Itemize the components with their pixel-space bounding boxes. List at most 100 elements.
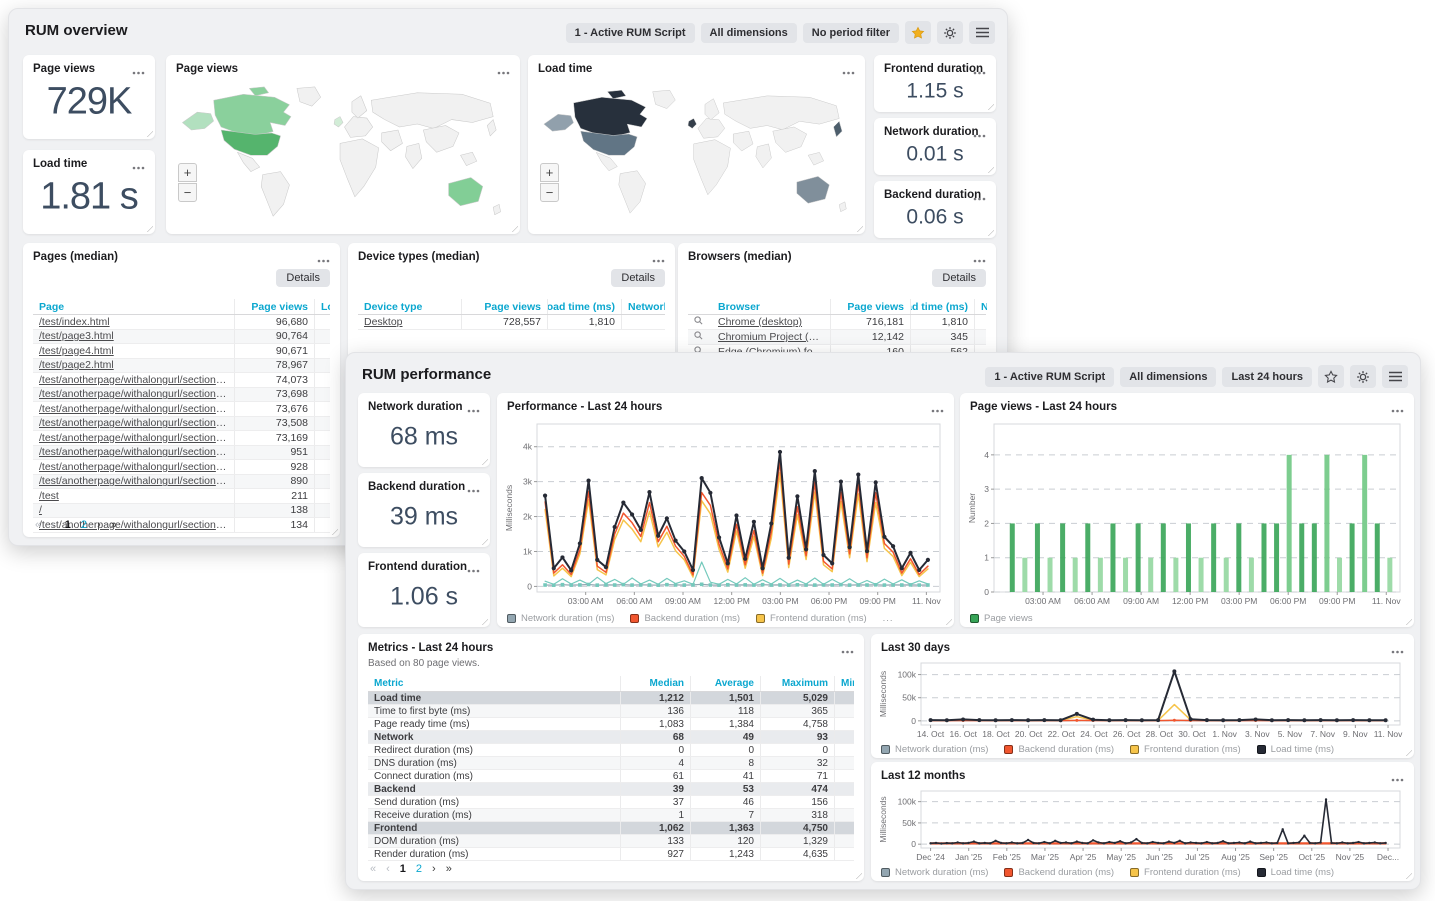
zoom-out-button[interactable]: − <box>540 183 559 202</box>
table-link[interactable]: /test/page3.html <box>39 330 228 342</box>
legend-item[interactable]: Frontend duration (ms) <box>756 613 867 624</box>
table-link[interactable]: / <box>39 504 228 516</box>
panel-menu-icon[interactable] <box>465 399 482 418</box>
column-header[interactable]: Page views <box>234 299 314 314</box>
map-region-greenland[interactable] <box>653 90 676 108</box>
panel-menu-icon[interactable] <box>465 559 482 578</box>
legend-more[interactable]: ... <box>883 613 894 624</box>
map-region-europe[interactable] <box>705 99 719 120</box>
panel-menu-icon[interactable] <box>315 249 332 268</box>
map-region-nz[interactable] <box>493 204 500 214</box>
map-region-sea[interactable] <box>808 152 824 165</box>
map-region-canada[interactable] <box>607 90 625 98</box>
dimensions-filter-button[interactable]: All dimensions <box>701 23 797 43</box>
map-region-china[interactable] <box>423 126 459 153</box>
column-header[interactable]: Load time (ms) <box>910 299 974 314</box>
table-link[interactable]: /test/page4.html <box>39 345 228 357</box>
map-region-uk[interactable] <box>334 117 343 127</box>
map-region-australia[interactable] <box>449 178 483 206</box>
dimensions-filter-button[interactable]: All dimensions <box>1120 367 1216 387</box>
column-header[interactable]: Average <box>690 676 760 691</box>
pagination-item[interactable]: › <box>432 863 436 875</box>
panel-menu-icon[interactable] <box>130 156 147 175</box>
pagination-item[interactable]: 1 <box>65 519 71 531</box>
map-region-japan[interactable] <box>834 121 842 137</box>
panel-menu-icon[interactable] <box>971 61 988 80</box>
active-rum-script-button[interactable]: 1 - Active RUM Script <box>985 367 1114 387</box>
active-rum-script-button[interactable]: 1 - Active RUM Script <box>566 23 695 43</box>
settings-gear-icon[interactable] <box>937 21 963 44</box>
table-link[interactable]: /test/anotherpage/withalongurl/section18… <box>39 417 228 429</box>
table-link[interactable]: /test/index.html <box>39 316 228 328</box>
map-region-canada[interactable] <box>574 97 647 137</box>
panel-menu-icon[interactable] <box>650 249 667 268</box>
pagination-item[interactable]: « <box>370 863 376 875</box>
pagination-item[interactable]: » <box>446 863 452 875</box>
table-link[interactable]: /test/anotherpage/withalongurl/section18… <box>39 388 228 400</box>
panel-menu-icon[interactable] <box>971 124 988 143</box>
map-region-africa[interactable] <box>694 140 731 195</box>
panel-menu-icon[interactable] <box>971 187 988 206</box>
zoom-in-button[interactable]: + <box>178 163 197 182</box>
panel-menu-icon[interactable] <box>465 479 482 498</box>
column-header[interactable]: Metric <box>368 678 620 689</box>
table-link[interactable]: /test/anotherpage/withalongurl/section18… <box>39 461 228 473</box>
pagination-item[interactable]: › <box>97 519 101 531</box>
table-link[interactable]: Chromium Project (desktop) <box>718 331 824 343</box>
map-region-india[interactable] <box>405 143 421 168</box>
column-header[interactable]: Median <box>620 676 690 691</box>
map-region-russia[interactable] <box>723 96 839 130</box>
details-button[interactable]: Details <box>276 269 330 287</box>
map-region-australia[interactable] <box>797 176 830 203</box>
menu-hamburger-icon[interactable] <box>1382 365 1408 388</box>
map-region-europe[interactable] <box>344 117 372 138</box>
map-region-alaska[interactable] <box>182 112 213 130</box>
settings-gear-icon[interactable] <box>1350 365 1376 388</box>
map-region-japan[interactable] <box>487 120 496 136</box>
map-region-india[interactable] <box>756 144 772 168</box>
column-header[interactable]: Browser <box>712 301 830 313</box>
pagination-item[interactable]: ‹ <box>51 519 55 531</box>
table-link[interactable]: Desktop <box>364 316 455 328</box>
legend-item[interactable]: Load time (ms) <box>1257 867 1334 878</box>
column-header[interactable]: Device type <box>358 301 461 313</box>
column-header[interactable]: Page <box>33 301 234 313</box>
column-header[interactable]: Page views <box>830 299 910 314</box>
legend-item[interactable]: Backend duration (ms) <box>630 613 740 624</box>
map-region-uk[interactable] <box>688 118 696 128</box>
column-header[interactable]: Load time (ms) <box>547 299 621 314</box>
column-header[interactable]: Network duration (ms) <box>621 299 665 314</box>
map-region-russia[interactable] <box>371 93 493 129</box>
panel-menu-icon[interactable] <box>495 61 512 80</box>
map-region-europe[interactable] <box>698 118 725 138</box>
legend-item[interactable]: Page views <box>970 613 1033 624</box>
table-link[interactable]: Chrome (desktop) <box>718 316 824 328</box>
column-header[interactable]: Page views <box>461 299 547 314</box>
map-region-samerica[interactable] <box>619 171 646 213</box>
panel-menu-icon[interactable] <box>929 399 946 418</box>
pagination-item[interactable]: 2 <box>81 519 87 531</box>
details-button[interactable]: Details <box>932 269 986 287</box>
column-header[interactable]: Maximum <box>760 676 834 691</box>
table-link[interactable]: /test/page2.html <box>39 359 228 371</box>
table-link[interactable]: /test/anotherpage/withalongurl/section18… <box>39 432 228 444</box>
map-region-greenland[interactable] <box>297 87 321 106</box>
favorite-star-icon[interactable] <box>1318 365 1344 388</box>
pagination-item[interactable]: 1 <box>400 863 406 875</box>
menu-hamburger-icon[interactable] <box>969 21 995 44</box>
table-link[interactable]: /test/anotherpage/withalongurl/section18… <box>39 403 228 415</box>
legend-item[interactable]: Frontend duration (ms) <box>1130 744 1241 755</box>
map-region-mideast[interactable] <box>382 130 403 151</box>
legend-item[interactable]: Network duration (ms) <box>507 613 614 624</box>
legend-item[interactable]: Backend duration (ms) <box>1004 867 1114 878</box>
map-region-usa[interactable] <box>221 130 280 155</box>
pagination-item[interactable]: ‹ <box>386 863 390 875</box>
panel-menu-icon[interactable] <box>130 61 147 80</box>
map-region-africa[interactable] <box>340 139 379 197</box>
map-region-alaska[interactable] <box>544 114 574 131</box>
map-region-sea[interactable] <box>460 152 476 165</box>
column-header[interactable]: Network duration (ms) <box>974 299 987 314</box>
column-header[interactable]: Load time (ms) <box>314 299 330 314</box>
legend-item[interactable]: Backend duration (ms) <box>1004 744 1114 755</box>
table-link[interactable]: /test/anotherpage/withalongurl/section18… <box>39 446 228 458</box>
